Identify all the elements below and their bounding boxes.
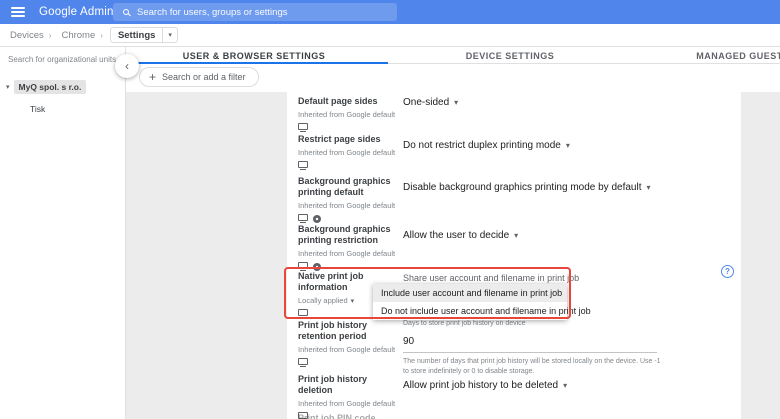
- breadcrumb-devices[interactable]: Devices: [10, 30, 44, 41]
- dropdown-arrow-icon: ▾: [514, 231, 518, 240]
- global-search-input[interactable]: Search for users, groups or settings: [113, 3, 397, 21]
- dropdown-arrow-icon: ▾: [351, 298, 355, 305]
- setting-title: Background graphics printing default: [298, 176, 402, 198]
- computer-icon: [298, 358, 308, 365]
- field-label: Days to store print job history on devic…: [403, 320, 668, 327]
- setting-title: Print job PIN code printing: [298, 413, 402, 419]
- setting-source: Inherited from Google default: [298, 399, 402, 408]
- menu-icon[interactable]: [11, 7, 25, 17]
- global-search-placeholder: Search for users, groups or settings: [137, 7, 288, 18]
- setting-value-dropdown[interactable]: One-sided ▾: [403, 97, 458, 108]
- add-filter-label: Search or add a filter: [162, 72, 246, 82]
- question-mark: ?: [725, 267, 730, 276]
- app-title: Google Admin: [39, 6, 114, 18]
- breadcrumb: Devices › Chrome › Settings ▾: [0, 24, 780, 47]
- app-bar: Google Admin Search for users, groups or…: [0, 0, 780, 24]
- org-search-input[interactable]: Search for organizational units: [8, 55, 125, 64]
- computer-icon: [298, 161, 308, 168]
- settings-card: Default page sides Inherited from Google…: [287, 92, 741, 419]
- help-icon[interactable]: ?: [721, 265, 734, 278]
- field-helper-text: The number of days that print job histor…: [403, 357, 668, 377]
- dropdown-arrow-icon: ▾: [566, 141, 570, 150]
- setting-title: Print job history deletion: [298, 374, 402, 396]
- dropdown-arrow-icon: ▾: [563, 381, 567, 390]
- collapse-sidebar-button[interactable]: ‹: [115, 54, 139, 78]
- chevron-down-icon[interactable]: ▾: [162, 28, 177, 42]
- managed-guest-session-icon: [313, 263, 321, 271]
- setting-source: Inherited from Google default: [298, 249, 402, 258]
- setting-value: Disable background graphics printing mod…: [403, 182, 641, 193]
- dropdown-option-include[interactable]: Include user account and filename in pri…: [373, 284, 567, 302]
- sidebar-item-org-root[interactable]: ▾ MyQ spol. s r.o.: [6, 80, 125, 94]
- retention-days-input[interactable]: 90: [403, 330, 657, 353]
- setting-value: One-sided: [403, 97, 449, 108]
- setting-value: Allow the user to decide: [403, 230, 509, 241]
- setting-title: Background graphics printing restriction: [298, 224, 402, 246]
- setting-source: Inherited from Google default: [298, 148, 402, 157]
- tab-managed-guest-sessions[interactable]: MANAGED GUEST SESSIONS: [638, 47, 780, 64]
- setting-value: Allow print job history to be deleted: [403, 380, 558, 391]
- dropdown-arrow-icon: ▾: [646, 183, 650, 192]
- native-print-job-dropdown-menu: Include user account and filename in pri…: [373, 284, 567, 320]
- org-unit-sidebar: Search for organizational units ▾ MyQ sp…: [0, 47, 126, 419]
- setting-value-dropdown[interactable]: Do not restrict duplex printing mode ▾: [403, 140, 570, 151]
- computer-icon: [298, 309, 308, 316]
- google-admin-window: Google Admin Search for users, groups or…: [0, 0, 780, 419]
- org-root-label: MyQ spol. s r.o.: [14, 80, 87, 94]
- setting-source: Inherited from Google default: [298, 345, 402, 354]
- tab-device-settings[interactable]: DEVICE SETTINGS: [382, 47, 638, 64]
- setting-current-value[interactable]: Share user account and filename in print…: [403, 273, 579, 283]
- plus-icon: +: [149, 70, 156, 84]
- setting-source: Inherited from Google default: [298, 110, 402, 119]
- filter-bar: + Search or add a filter: [126, 64, 780, 92]
- setting-value-dropdown[interactable]: Disable background graphics printing mod…: [403, 182, 651, 193]
- setting-title: Print job history retention period: [298, 320, 402, 342]
- computer-icon: [298, 214, 308, 221]
- breadcrumb-separator-icon: ›: [49, 31, 52, 40]
- sidebar-item-org-child[interactable]: Tisk: [30, 104, 125, 114]
- setting-source: Locally applied: [298, 296, 348, 305]
- add-filter-chip[interactable]: + Search or add a filter: [139, 67, 259, 87]
- search-icon: [123, 9, 129, 15]
- setting-title: Restrict page sides: [298, 134, 402, 145]
- setting-value: Do not restrict duplex printing mode: [403, 140, 561, 151]
- tree-expand-icon[interactable]: ▾: [6, 83, 10, 91]
- chevron-left-icon: ‹: [125, 59, 129, 73]
- setting-title: Default page sides: [298, 96, 402, 107]
- managed-guest-session-icon: [313, 215, 321, 223]
- setting-value-dropdown[interactable]: Allow print job history to be deleted ▾: [403, 380, 567, 391]
- setting-value-dropdown[interactable]: Allow the user to decide ▾: [403, 230, 518, 241]
- breadcrumb-settings-label: Settings: [111, 30, 162, 41]
- setting-source: Inherited from Google default: [298, 201, 402, 210]
- breadcrumb-chrome[interactable]: Chrome: [61, 30, 95, 41]
- computer-icon: [298, 123, 308, 130]
- breadcrumb-separator-icon: ›: [100, 31, 103, 40]
- breadcrumb-settings-chip[interactable]: Settings ▾: [110, 27, 178, 43]
- active-tab-underline: [130, 62, 388, 64]
- dropdown-option-do-not-include[interactable]: Do not include user account and filename…: [373, 302, 567, 320]
- dropdown-arrow-icon: ▾: [454, 98, 458, 107]
- setting-field: Days to store print job history on devic…: [403, 320, 668, 377]
- computer-icon: [298, 262, 308, 269]
